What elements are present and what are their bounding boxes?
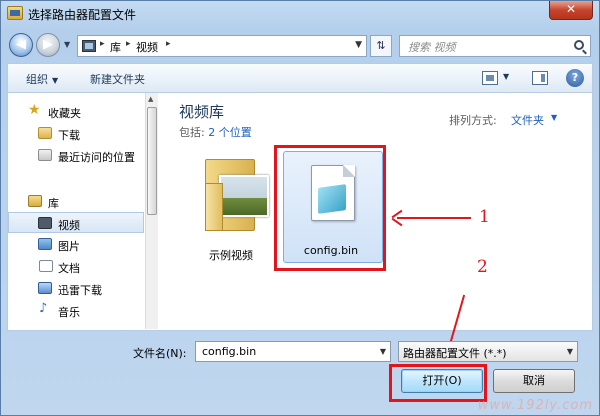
forward-button[interactable]: ▶ <box>36 33 60 57</box>
close-button[interactable]: ✕ <box>549 1 593 20</box>
sidebar-scrollbar[interactable]: ▲ <box>145 93 158 329</box>
chevron-down-icon[interactable]: ▼ <box>380 347 386 356</box>
chevron-down-icon[interactable]: ▼ <box>567 347 573 356</box>
includes-prefix: 包括: <box>179 126 209 139</box>
cancel-button[interactable]: 取消 <box>493 369 575 393</box>
refresh-button[interactable]: ⇅ <box>370 35 392 57</box>
chevron-down-icon[interactable]: ▼ <box>551 113 557 122</box>
folder-icon <box>38 127 52 139</box>
address-dropdown-icon[interactable]: ▼ <box>355 40 362 50</box>
navigation-bar: ◀ ▶ ▼ ▸ 库 ▸ 视频 ▸ ▼ ⇅ 搜索 视频 <box>1 29 599 63</box>
breadcrumb-library[interactable]: 库 <box>110 39 121 55</box>
chevron-right-icon[interactable]: ▸ <box>166 39 171 49</box>
app-icon <box>7 6 23 20</box>
command-bar: 组织 ▼ 新建文件夹 ▼ ? <box>7 63 593 93</box>
library-includes: 包括: 2 个位置 <box>179 124 252 140</box>
chevron-right-icon[interactable]: ▸ <box>100 39 105 49</box>
sidebar-item-label: 视频 <box>58 219 80 232</box>
search-placeholder: 搜索 视频 <box>408 41 456 54</box>
video-library-icon <box>82 40 96 52</box>
annotation-label-2: 2 <box>477 257 488 277</box>
chevron-right-icon[interactable]: ▸ <box>126 39 131 49</box>
title-bar: 选择路由器配置文件 ✕ <box>1 1 599 29</box>
sidebar-item-label: 库 <box>48 197 59 210</box>
video-icon <box>38 217 52 229</box>
scroll-up-icon[interactable]: ▲ <box>148 95 153 103</box>
sidebar-item-label: 文档 <box>58 262 80 275</box>
sidebar-item-downloads[interactable]: 下载 <box>8 123 144 144</box>
new-folder-button[interactable]: 新建文件夹 <box>90 71 145 87</box>
address-bar[interactable]: ▸ 库 ▸ 视频 ▸ ▼ <box>77 35 367 57</box>
library-title: 视频库 <box>179 103 225 121</box>
includes-locations-link[interactable]: 2 个位置 <box>208 126 252 139</box>
sidebar-item-recent-places[interactable]: 最近访问的位置 <box>8 145 144 166</box>
recent-places-icon <box>38 149 52 161</box>
chevron-down-icon: ▼ <box>52 76 59 85</box>
recent-pages-dropdown[interactable]: ▼ <box>64 40 70 49</box>
breadcrumb-video[interactable]: 视频 <box>136 39 158 55</box>
file-type-value: 路由器配置文件 (*.*) <box>403 347 507 360</box>
organize-button[interactable]: 组织 ▼ <box>26 71 58 87</box>
sidebar-item-favorites[interactable]: ★ 收藏夹 <box>8 101 144 122</box>
filename-value: config.bin <box>202 345 257 358</box>
picture-icon <box>38 238 52 250</box>
library-icon <box>28 195 42 207</box>
search-box[interactable]: 搜索 视频 <box>399 35 591 57</box>
sidebar-item-label: 图片 <box>58 240 80 253</box>
sidebar-item-videos[interactable]: 视频 <box>8 212 144 233</box>
navigation-pane: ★ 收藏夹 下载 最近访问的位置 库 视频 图片 文档 迅雷下载 ♪ 音乐 ▲ <box>8 93 158 329</box>
sidebar-item-thunder-downloads[interactable]: 迅雷下载 <box>8 278 144 299</box>
sidebar-item-libraries[interactable]: 库 <box>8 191 144 212</box>
change-view-icon[interactable] <box>482 71 498 85</box>
sidebar-item-label: 收藏夹 <box>48 107 81 120</box>
annotation-label-1: 1 <box>479 207 490 227</box>
music-icon: ♪ <box>39 301 48 316</box>
filename-label: 文件名(N): <box>133 347 187 360</box>
document-icon <box>39 260 53 272</box>
thunder-icon <box>38 282 52 294</box>
file-type-select[interactable]: 路由器配置文件 (*.*) ▼ <box>398 341 578 362</box>
sidebar-item-label: 音乐 <box>58 306 80 319</box>
folder-thumbnail-icon <box>205 155 271 233</box>
annotation-box-open <box>389 364 487 402</box>
sidebar-item-documents[interactable]: 文档 <box>8 256 144 277</box>
sidebar-item-label: 最近访问的位置 <box>58 151 135 164</box>
file-open-dialog: 选择路由器配置文件 ✕ ◀ ▶ ▼ ▸ 库 ▸ 视频 ▸ ▼ ⇅ 搜索 视频 组… <box>0 0 600 416</box>
scrollbar-thumb[interactable] <box>147 107 157 215</box>
back-button[interactable]: ◀ <box>9 33 33 57</box>
view-options-dropdown[interactable]: ▼ <box>503 72 509 81</box>
annotation-arrow-1 <box>397 217 471 219</box>
arrange-by-label: 排列方式: <box>449 114 497 127</box>
file-name: 示例视频 <box>209 249 253 262</box>
help-icon[interactable]: ? <box>566 69 584 87</box>
organize-label: 组织 <box>26 73 48 86</box>
watermark: www.192ly.com <box>477 398 593 413</box>
preview-pane-icon[interactable] <box>532 71 548 85</box>
sidebar-item-music[interactable]: ♪ 音乐 <box>8 300 144 321</box>
arrange-by-dropdown[interactable]: 文件夹 <box>511 112 544 128</box>
sidebar-item-pictures[interactable]: 图片 <box>8 234 144 255</box>
file-item-sample-videos[interactable]: 示例视频 <box>183 147 279 262</box>
filename-input[interactable]: config.bin ▼ <box>195 341 391 362</box>
annotation-box-file <box>274 145 386 271</box>
sidebar-item-label: 迅雷下载 <box>58 284 102 297</box>
window-title: 选择路由器配置文件 <box>28 8 137 22</box>
sidebar-item-label: 下载 <box>58 129 80 142</box>
search-icon[interactable] <box>574 40 584 50</box>
star-icon: ★ <box>28 102 41 118</box>
